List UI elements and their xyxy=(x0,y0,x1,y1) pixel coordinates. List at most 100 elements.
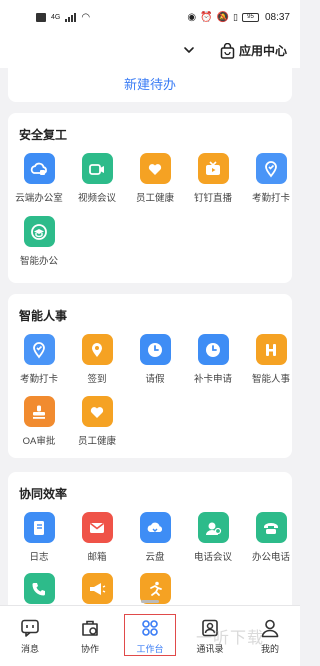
app-label: 补卡申请 xyxy=(193,374,232,385)
notebook-icon xyxy=(34,520,44,535)
app-item[interactable]: 智能办公 xyxy=(11,216,67,267)
h-letter-icon xyxy=(266,343,276,356)
active-tab-highlight xyxy=(124,614,176,656)
location-pin-icon xyxy=(33,341,45,358)
location-pin-icon xyxy=(265,160,277,177)
status-right: ◉ ⏰ 🔕 ▯ 95 08:37 xyxy=(187,12,290,23)
checkin-pin-icon xyxy=(92,342,102,357)
app-label: 员工健康 xyxy=(77,436,116,447)
app-tile xyxy=(139,334,171,365)
section-title: 智能人事 xyxy=(19,309,68,323)
status-bar: 4G ◠ ◉ ⏰ 🔕 ▯ 95 08:37 xyxy=(0,0,300,34)
app-item[interactable]: 考勤打卡 xyxy=(243,153,299,204)
app-tile xyxy=(23,216,55,247)
section-title: 安全复工 xyxy=(19,128,68,142)
app-label: 智能办公 xyxy=(19,256,58,267)
app-label: 日志 xyxy=(29,552,49,563)
app-tile xyxy=(23,396,55,427)
signal-icon xyxy=(65,12,77,22)
app-item[interactable]: 云端办公室 xyxy=(11,153,67,204)
sim-icon xyxy=(36,12,46,22)
video-meeting-icon xyxy=(89,163,104,175)
app-item[interactable]: 员工健康 xyxy=(127,153,183,204)
vibrate-icon: ▯ xyxy=(233,11,238,22)
chevron-down-icon[interactable] xyxy=(182,43,196,57)
app-tile xyxy=(23,573,55,604)
heart-icon xyxy=(90,406,104,418)
watermark-text: 一听下载 xyxy=(196,630,265,647)
heart-icon xyxy=(148,163,162,175)
app-center-label: 应用中心 xyxy=(239,44,288,58)
header-bar: 应用中心 xyxy=(0,34,300,68)
app-tile xyxy=(23,153,55,184)
app-tile xyxy=(139,512,171,543)
app-item[interactable]: OA审批 xyxy=(11,396,67,447)
app-label: 邮箱 xyxy=(87,552,107,563)
app-label: 云端办公室 xyxy=(15,193,63,204)
cloud-office-icon xyxy=(30,162,47,175)
section-safe-return: 安全复工 云端办公室 视频会议 员工健康 钉钉直播 考勤打卡智能办公 xyxy=(8,113,292,283)
cloud-disk-icon xyxy=(147,522,163,532)
drag-handle[interactable] xyxy=(141,600,159,603)
app-label: 签到 xyxy=(87,374,107,385)
live-tv-icon xyxy=(206,160,220,175)
megaphone-icon xyxy=(90,582,106,595)
app-item[interactable]: 电话会议 xyxy=(185,512,241,563)
app-item[interactable]: 日志 xyxy=(11,512,67,563)
app-tile xyxy=(81,153,113,184)
app-label: 考勤打卡 xyxy=(251,193,290,204)
battery-icon: 95 xyxy=(241,12,259,22)
clock: 08:37 xyxy=(264,11,290,23)
app-tile xyxy=(197,512,229,543)
office-phone-icon xyxy=(264,522,278,534)
alarm-icon: ⏰ xyxy=(200,11,213,23)
app-center-button[interactable]: 应用中心 xyxy=(220,42,287,59)
shopping-bag-icon xyxy=(220,42,235,59)
phone-list-icon xyxy=(32,582,45,595)
new-todo-button[interactable]: 新建待办 xyxy=(8,68,292,102)
app-tile xyxy=(197,334,229,365)
app-label: 请假 xyxy=(145,374,165,385)
collab-icon xyxy=(82,620,98,636)
app-tile xyxy=(255,512,287,543)
app-tile xyxy=(81,396,113,427)
nav-label: 消息 xyxy=(20,644,39,654)
section-title: 协同效率 xyxy=(19,487,68,501)
status-left: 4G ◠ xyxy=(36,12,90,23)
eye-icon: ◉ xyxy=(187,11,197,23)
graduation-cap-icon xyxy=(31,223,47,240)
nav-collab[interactable]: 协作 xyxy=(65,618,115,655)
app-item[interactable]: 补卡申请 xyxy=(185,334,241,385)
section-smart-hr: 智能人事 考勤打卡 签到 请假 补卡申请 智能人事 OA审批 员工健康 xyxy=(8,294,292,458)
app-item[interactable]: 邮箱 xyxy=(69,512,125,563)
app-label: 视频会议 xyxy=(77,193,116,204)
app-item[interactable]: 云盘 xyxy=(127,512,183,563)
app-item[interactable]: 视频会议 xyxy=(69,153,125,204)
app-item[interactable]: 办公电话 xyxy=(243,512,299,563)
app-label: 办公电话 xyxy=(251,552,290,563)
app-tile xyxy=(139,153,171,184)
clock-icon xyxy=(206,342,220,357)
app-item[interactable]: 签到 xyxy=(69,334,125,385)
app-tile xyxy=(23,334,55,365)
app-label: 钉钉直播 xyxy=(193,193,232,204)
nav-messages[interactable]: 消息 xyxy=(5,618,55,655)
app-tile xyxy=(255,334,287,365)
mail-icon xyxy=(90,522,104,533)
app-tile xyxy=(81,334,113,365)
app-item[interactable]: 员工健康 xyxy=(69,396,125,447)
app-item[interactable]: 智能人事 xyxy=(243,334,299,385)
stamp-icon xyxy=(33,405,45,419)
runner-icon xyxy=(150,581,162,596)
app-tile xyxy=(255,153,287,184)
app-label: OA审批 xyxy=(22,436,56,447)
app-item[interactable]: 请假 xyxy=(127,334,183,385)
nav-label: 协作 xyxy=(80,644,99,654)
app-item[interactable]: 考勤打卡 xyxy=(11,334,67,385)
clock-icon xyxy=(148,342,162,357)
phone-meeting-icon xyxy=(206,522,222,535)
app-label: 电话会议 xyxy=(193,552,232,563)
app-label: 智能人事 xyxy=(251,374,290,385)
wifi-icon: ◠ xyxy=(81,11,91,23)
app-item[interactable]: 钉钉直播 xyxy=(185,153,241,204)
